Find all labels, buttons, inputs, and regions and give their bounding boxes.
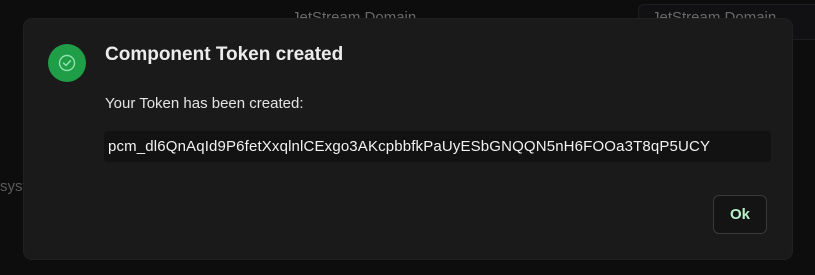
token-value[interactable]: pcm_dl6QnAqId9P6fetXxqlnlCExgo3AKcpbbfkP… bbox=[104, 131, 771, 162]
dialog-message: Your Token has been created: bbox=[105, 95, 304, 112]
dialog-title: Component Token created bbox=[105, 44, 344, 65]
background-side-text: syst bbox=[0, 178, 27, 195]
ok-button[interactable]: Ok bbox=[713, 195, 767, 234]
check-circle-icon bbox=[48, 44, 86, 82]
token-created-dialog: Component Token created Your Token has b… bbox=[24, 19, 792, 259]
